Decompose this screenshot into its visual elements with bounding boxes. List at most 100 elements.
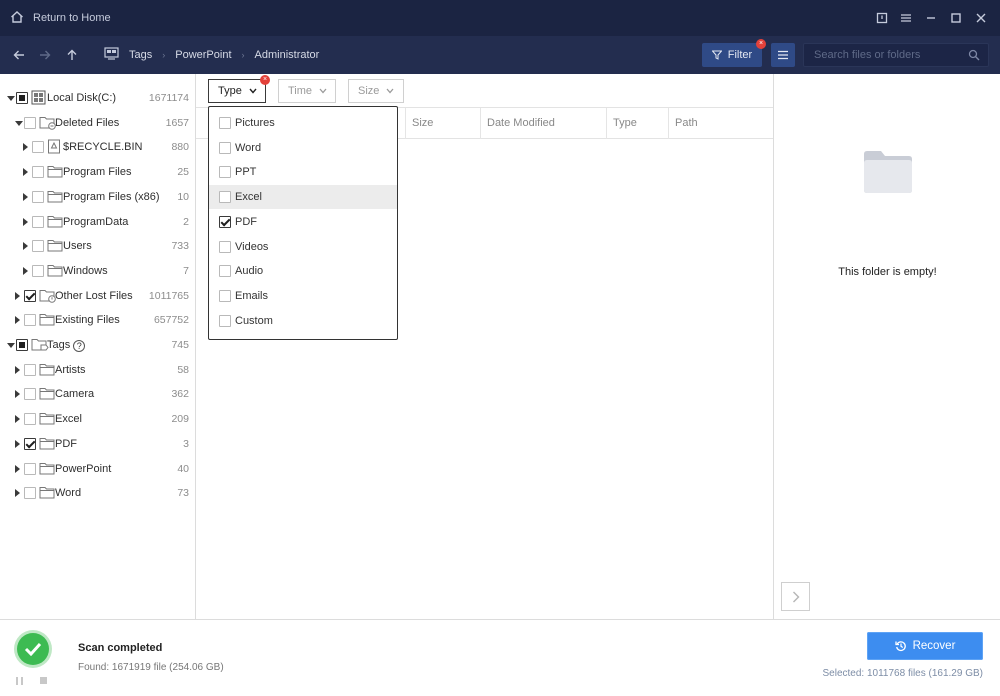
type-option[interactable]: PDF [209, 210, 397, 234]
recover-button[interactable]: Recover [867, 632, 983, 660]
stop-icon[interactable] [40, 677, 47, 684]
breadcrumb-item[interactable]: PowerPoint [175, 49, 231, 61]
tree-item[interactable]: Program Files (x86) 10 [0, 185, 196, 209]
expand-arrow-icon[interactable] [23, 242, 28, 251]
clear-filter-badge[interactable]: × [756, 39, 766, 49]
tree-item[interactable]: $RECYCLE.BIN 880 [0, 135, 196, 159]
tree-item[interactable]: Camera 362 [0, 382, 196, 406]
expand-arrow-icon[interactable] [15, 439, 20, 448]
type-option-checkbox[interactable] [219, 117, 231, 129]
expand-arrow-icon[interactable] [23, 192, 28, 201]
search-input[interactable] [804, 44, 964, 66]
tree-item-checkbox[interactable] [32, 190, 44, 203]
collapse-arrow-icon[interactable] [7, 96, 15, 101]
type-filter-button[interactable]: Type × [208, 75, 270, 103]
tree-item-checkbox[interactable] [24, 413, 36, 426]
column-type[interactable]: Type [606, 108, 668, 139]
expand-arrow-icon[interactable] [15, 464, 20, 473]
type-option-checkbox[interactable] [219, 289, 231, 302]
tree-item-checkbox[interactable] [24, 289, 36, 302]
expand-arrow-icon[interactable] [15, 415, 20, 424]
tree-item[interactable]: Users 733 [0, 234, 196, 258]
tree-item-checkbox[interactable] [24, 462, 36, 475]
expand-arrow-icon[interactable] [23, 143, 28, 152]
expand-arrow-icon[interactable] [15, 489, 20, 498]
expand-arrow-icon[interactable] [23, 266, 28, 275]
type-option-checkbox[interactable] [219, 240, 231, 253]
tree-item-checkbox[interactable] [24, 116, 36, 129]
tree-item[interactable]: PDF 3 [0, 432, 196, 456]
type-option[interactable]: PPT [209, 160, 397, 184]
expand-arrow-icon[interactable] [15, 390, 20, 399]
type-option[interactable]: Custom [209, 309, 397, 333]
type-option-checkbox[interactable] [219, 166, 231, 179]
tree-item-checkbox[interactable] [16, 92, 28, 104]
type-option[interactable]: Videos [209, 235, 397, 259]
search-icon[interactable] [968, 49, 980, 64]
column-path[interactable]: Path [668, 108, 773, 139]
expand-arrow-icon[interactable] [23, 217, 28, 226]
size-filter-button[interactable]: Size [348, 79, 404, 103]
search-box[interactable] [803, 43, 989, 67]
tree-item[interactable]: Tags? 745 [0, 333, 196, 357]
tree-item[interactable]: Program Files 25 [0, 160, 196, 184]
tree-item-checkbox[interactable] [24, 314, 36, 327]
close-button[interactable] [969, 0, 993, 36]
tree-item-checkbox[interactable] [24, 437, 36, 450]
type-option[interactable]: Emails [209, 284, 397, 308]
tree-item-checkbox[interactable] [32, 264, 44, 277]
type-option-checkbox[interactable] [219, 191, 231, 204]
tree-item[interactable]: Excel 209 [0, 407, 196, 431]
tree-item-checkbox[interactable] [32, 166, 44, 179]
tree-item[interactable]: Windows 7 [0, 259, 196, 283]
collapse-arrow-icon[interactable] [15, 120, 23, 126]
tree-item-checkbox[interactable] [24, 388, 36, 401]
menu-button[interactable] [894, 0, 918, 36]
expand-arrow-icon[interactable] [15, 291, 20, 300]
next-preview-button[interactable] [781, 582, 810, 611]
type-option[interactable]: Pictures [209, 111, 397, 135]
time-filter-button[interactable]: Time [278, 79, 336, 103]
tree-item-checkbox[interactable] [16, 339, 28, 351]
tree-item[interactable]: ProgramData 2 [0, 210, 196, 234]
tree-item-checkbox[interactable] [24, 363, 36, 376]
type-option-checkbox[interactable] [219, 265, 231, 278]
tree-item-checkbox[interactable] [32, 240, 44, 253]
type-option-checkbox[interactable] [219, 314, 231, 327]
tree-item[interactable]: PowerPoint 40 [0, 457, 196, 481]
column-date-modified[interactable]: Date Modified [480, 108, 606, 139]
maximize-button[interactable] [944, 0, 968, 36]
expand-arrow-icon[interactable] [15, 365, 20, 374]
tree-item-checkbox[interactable] [32, 215, 44, 228]
type-option[interactable]: Excel [209, 185, 397, 210]
type-option-checkbox[interactable] [219, 215, 231, 228]
view-mode-button[interactable] [771, 43, 795, 67]
tree-item-checkbox[interactable] [24, 487, 36, 500]
back-button[interactable] [10, 36, 28, 74]
tree-item[interactable]: Deleted Files 1657 [0, 111, 196, 135]
breadcrumb-item[interactable]: Tags [129, 49, 152, 61]
expand-arrow-icon[interactable] [23, 168, 28, 177]
collapse-arrow-icon[interactable] [7, 343, 15, 348]
type-option[interactable]: Word [209, 136, 397, 160]
breadcrumb-item[interactable]: Administrator [255, 49, 320, 61]
forward-button[interactable] [36, 36, 54, 74]
filter-button[interactable]: Filter × [702, 39, 766, 67]
tree-item[interactable]: Local Disk(C:) 1671174 [0, 86, 196, 110]
feedback-button[interactable] [870, 0, 894, 36]
tree-item[interactable]: Other Lost Files 1011765 [0, 284, 196, 308]
tree-item[interactable]: Existing Files 657752 [0, 308, 196, 332]
up-button[interactable] [63, 36, 81, 74]
type-option[interactable]: Audio [209, 259, 397, 283]
pause-icon[interactable] [16, 676, 23, 688]
tree-item[interactable]: Word 73 [0, 481, 196, 505]
tree-item-checkbox[interactable] [32, 141, 44, 154]
help-icon[interactable]: ? [73, 340, 86, 352]
expand-arrow-icon[interactable] [15, 316, 20, 325]
tree-item[interactable]: Artists 58 [0, 358, 196, 382]
return-home-button[interactable]: Return to Home [10, 0, 111, 36]
minimize-button[interactable] [919, 0, 943, 36]
type-option-checkbox[interactable] [219, 141, 231, 154]
column-size[interactable]: Size [405, 108, 480, 139]
clear-type-filter-badge[interactable]: × [260, 75, 270, 85]
